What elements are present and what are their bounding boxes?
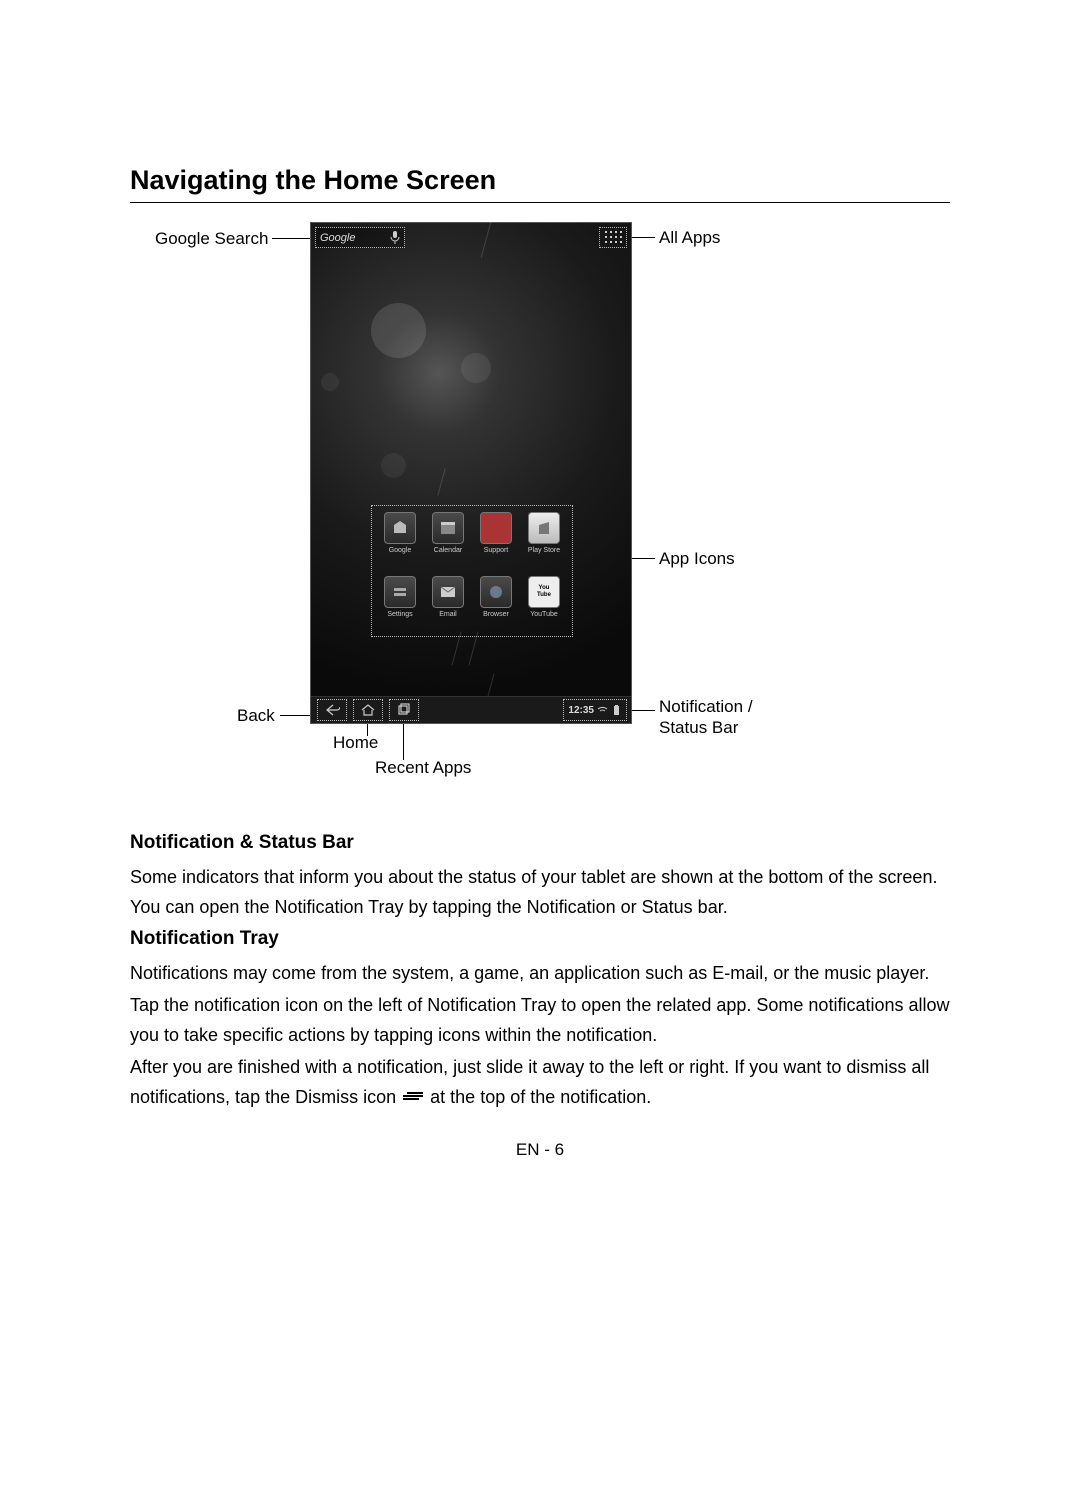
google-search-widget[interactable]: Google [315, 227, 405, 248]
app-icon[interactable]: Settings [380, 576, 420, 618]
callout-statusbar-2: Status Bar [659, 718, 738, 738]
clock: 12:35 [568, 705, 594, 716]
section-notification-tray: Notification Tray Notifications may come… [130, 928, 950, 1112]
search-label: Google [316, 230, 359, 246]
paragraph: After you are finished with a notificati… [130, 1052, 950, 1112]
system-bar: 12:35 [311, 696, 631, 723]
app-icon[interactable]: Browser [476, 576, 516, 618]
app-icon[interactable]: Calendar [428, 512, 468, 554]
subheading: Notification & Status Bar [130, 832, 950, 854]
paragraph: Notifications may come from the system, … [130, 958, 950, 988]
subheading: Notification Tray [130, 928, 950, 950]
callout-app-icons: App Icons [659, 549, 735, 569]
battery-icon [611, 705, 622, 716]
back-button[interactable] [317, 699, 347, 721]
callout-all-apps: All Apps [659, 228, 720, 248]
home-button[interactable] [353, 699, 383, 721]
notification-status-bar[interactable]: 12:35 [563, 699, 627, 721]
page-footer: EN - 6 [0, 1140, 1080, 1160]
callout-back: Back [237, 706, 275, 726]
leader-line [403, 720, 404, 760]
dismiss-icon [403, 1091, 423, 1105]
section-status-bar: Notification & Status Bar Some indicator… [130, 832, 950, 922]
callout-google-search: Google Search [155, 229, 268, 249]
wifi-icon [597, 705, 608, 716]
callout-home: Home [333, 733, 378, 753]
title-rule [130, 202, 950, 203]
page-title: Navigating the Home Screen [130, 165, 496, 196]
app-icon[interactable]: YouTubeYouTube [524, 576, 564, 618]
leader-line [272, 238, 312, 239]
app-icon[interactable]: Email [428, 576, 468, 618]
paragraph: Some indicators that inform you about th… [130, 862, 950, 922]
app-icon[interactable]: Play Store [524, 512, 564, 554]
recent-apps-button[interactable] [389, 699, 419, 721]
paragraph: Tap the notification icon on the left of… [130, 990, 950, 1050]
tablet-screenshot: Google Google Calendar Support Play Stor… [310, 222, 632, 724]
app-icon[interactable]: Google [380, 512, 420, 554]
app-icon[interactable]: Support [476, 512, 516, 554]
app-icons-area: Google Calendar Support Play Store Setti… [371, 505, 573, 637]
callout-recent: Recent Apps [375, 758, 471, 778]
callout-statusbar-1: Notification / [659, 697, 753, 717]
all-apps-button[interactable] [599, 227, 627, 248]
voice-search-icon[interactable] [390, 231, 400, 244]
apps-grid-icon [605, 231, 621, 244]
